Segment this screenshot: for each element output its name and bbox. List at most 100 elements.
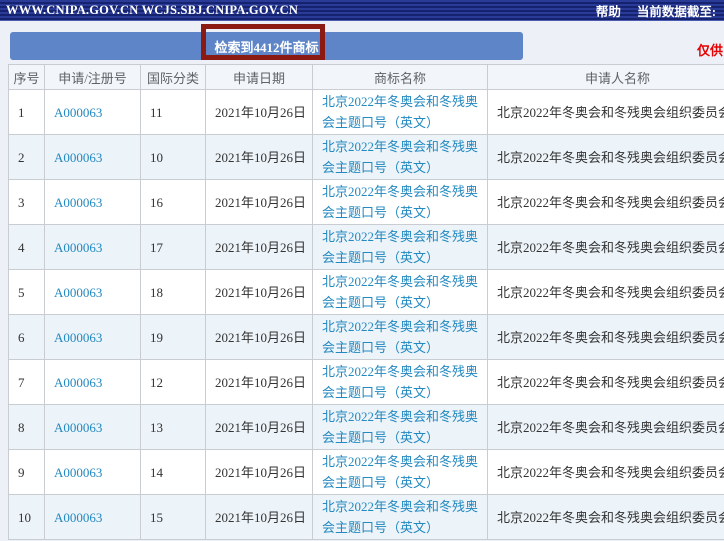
trademark-name-link[interactable]: 北京2022年冬奥会和冬残奥会主题口号（英文） [322, 229, 478, 265]
cell-serial: 10 [8, 494, 45, 540]
registration-number-link[interactable]: A000063 [54, 420, 102, 435]
table-row: 6 A000063 19 2021年10月26日 北京2022年冬奥会和冬残奥会… [8, 314, 724, 360]
col-header-class: 国际分类 [140, 64, 206, 90]
cell-date: 2021年10月26日 [205, 134, 313, 180]
cell-class: 16 [140, 179, 206, 225]
registration-number-link[interactable]: A000063 [54, 330, 102, 345]
cell-class: 12 [140, 359, 206, 405]
trademark-name-link[interactable]: 北京2022年冬奥会和冬残奥会主题口号（英文） [322, 184, 478, 220]
cell-mark-name: 北京2022年冬奥会和冬残奥会主题口号（英文） [312, 404, 488, 450]
cell-mark-name: 北京2022年冬奥会和冬残奥会主题口号（英文） [312, 269, 488, 315]
cell-applicant: 北京2022年冬奥会和冬残奥会组织委员会 [487, 359, 724, 405]
registration-number-link[interactable]: A000063 [54, 510, 102, 525]
table-row: 4 A000063 17 2021年10月26日 北京2022年冬奥会和冬残奥会… [8, 224, 724, 270]
cell-serial: 1 [8, 89, 45, 135]
data-cutoff-label: 当前数据截至: [636, 4, 716, 19]
cell-serial: 9 [8, 449, 45, 495]
cell-registration: A000063 [44, 179, 141, 225]
cell-mark-name: 北京2022年冬奥会和冬残奥会主题口号（英文） [312, 89, 488, 135]
cell-registration: A000063 [44, 224, 141, 270]
cell-registration: A000063 [44, 404, 141, 450]
cell-serial: 5 [8, 269, 45, 315]
cell-date: 2021年10月26日 [205, 449, 313, 495]
help-link[interactable]: 帮助 [596, 1, 621, 20]
col-header-registration: 申请/注册号 [44, 64, 141, 90]
cell-mark-name: 北京2022年冬奥会和冬残奥会主题口号（英文） [312, 359, 488, 405]
cell-class: 17 [140, 224, 206, 270]
trademark-name-link[interactable]: 北京2022年冬奥会和冬残奥会主题口号（英文） [322, 409, 478, 445]
cell-mark-name: 北京2022年冬奥会和冬残奥会主题口号（英文） [312, 134, 488, 180]
registration-number-link[interactable]: A000063 [54, 195, 102, 210]
cell-mark-name: 北京2022年冬奥会和冬残奥会主题口号（英文） [312, 449, 488, 495]
result-count-text: 检索到4412件商标 [214, 39, 319, 55]
cell-registration: A000063 [44, 134, 141, 180]
cell-registration: A000063 [44, 449, 141, 495]
col-header-applicant: 申请人名称 [487, 64, 724, 90]
site-domains: WWW.CNIPA.GOV.CN WCJS.SBJ.CNIPA.GOV.CN [6, 2, 299, 17]
results-table: 序号 申请/注册号 国际分类 申请日期 商标名称 申请人名称 1 A000063… [8, 64, 724, 540]
trademark-name-link[interactable]: 北京2022年冬奥会和冬残奥会主题口号（英文） [322, 454, 478, 490]
registration-number-link[interactable]: A000063 [54, 375, 102, 390]
table-row: 9 A000063 14 2021年10月26日 北京2022年冬奥会和冬残奥会… [8, 449, 724, 495]
table-row: 3 A000063 16 2021年10月26日 北京2022年冬奥会和冬残奥会… [8, 179, 724, 225]
cell-mark-name: 北京2022年冬奥会和冬残奥会主题口号（英文） [312, 179, 488, 225]
top-navigation-bar: WWW.CNIPA.GOV.CN WCJS.SBJ.CNIPA.GOV.CN 帮… [0, 0, 724, 21]
trademark-name-link[interactable]: 北京2022年冬奥会和冬残奥会主题口号（英文） [322, 94, 478, 130]
trademark-name-link[interactable]: 北京2022年冬奥会和冬残奥会主题口号（英文） [322, 364, 478, 400]
search-result-banner: 检索到4412件商标 [10, 32, 523, 60]
cell-serial: 2 [8, 134, 45, 180]
cell-serial: 8 [8, 404, 45, 450]
registration-number-link[interactable]: A000063 [54, 150, 102, 165]
cell-applicant: 北京2022年冬奥会和冬残奥会组织委员会 [487, 179, 724, 225]
cell-class: 11 [140, 89, 206, 135]
col-header-serial: 序号 [8, 64, 45, 90]
cell-registration: A000063 [44, 314, 141, 360]
cell-date: 2021年10月26日 [205, 269, 313, 315]
registration-number-link[interactable]: A000063 [54, 240, 102, 255]
cell-applicant: 北京2022年冬奥会和冬残奥会组织委员会 [487, 494, 724, 540]
trademark-name-link[interactable]: 北京2022年冬奥会和冬残奥会主题口号（英文） [322, 319, 478, 355]
trademark-name-link[interactable]: 北京2022年冬奥会和冬残奥会主题口号（英文） [322, 499, 478, 535]
registration-number-link[interactable]: A000063 [54, 105, 102, 120]
cell-class: 14 [140, 449, 206, 495]
cell-mark-name: 北京2022年冬奥会和冬残奥会主题口号（英文） [312, 224, 488, 270]
col-header-date: 申请日期 [205, 64, 313, 90]
table-row: 2 A000063 10 2021年10月26日 北京2022年冬奥会和冬残奥会… [8, 134, 724, 180]
cell-class: 10 [140, 134, 206, 180]
table-row: 5 A000063 18 2021年10月26日 北京2022年冬奥会和冬残奥会… [8, 269, 724, 315]
cell-applicant: 北京2022年冬奥会和冬残奥会组织委员会 [487, 269, 724, 315]
table-row: 1 A000063 11 2021年10月26日 北京2022年冬奥会和冬残奥会… [8, 89, 724, 135]
cell-applicant: 北京2022年冬奥会和冬残奥会组织委员会 [487, 134, 724, 180]
cell-serial: 4 [8, 224, 45, 270]
cell-registration: A000063 [44, 494, 141, 540]
cell-registration: A000063 [44, 89, 141, 135]
cell-serial: 3 [8, 179, 45, 225]
cell-registration: A000063 [44, 269, 141, 315]
cell-applicant: 北京2022年冬奥会和冬残奥会组织委员会 [487, 89, 724, 135]
trademark-name-link[interactable]: 北京2022年冬奥会和冬残奥会主题口号（英文） [322, 139, 478, 175]
cell-registration: A000063 [44, 359, 141, 405]
disclaimer-text: 仅供 [696, 43, 723, 58]
table-row: 10 A000063 15 2021年10月26日 北京2022年冬奥会和冬残奥… [8, 494, 724, 540]
registration-number-link[interactable]: A000063 [54, 465, 102, 480]
cell-class: 19 [140, 314, 206, 360]
cell-applicant: 北京2022年冬奥会和冬残奥会组织委员会 [487, 314, 724, 360]
cell-date: 2021年10月26日 [205, 359, 313, 405]
cell-mark-name: 北京2022年冬奥会和冬残奥会主题口号（英文） [312, 314, 488, 360]
cell-date: 2021年10月26日 [205, 404, 313, 450]
trademark-name-link[interactable]: 北京2022年冬奥会和冬残奥会主题口号（英文） [322, 274, 478, 310]
col-header-mark-name: 商标名称 [312, 64, 488, 90]
table-header-row: 序号 申请/注册号 国际分类 申请日期 商标名称 申请人名称 [8, 64, 724, 90]
cell-date: 2021年10月26日 [205, 179, 313, 225]
cell-date: 2021年10月26日 [205, 494, 313, 540]
cell-applicant: 北京2022年冬奥会和冬残奥会组织委员会 [487, 224, 724, 270]
cell-applicant: 北京2022年冬奥会和冬残奥会组织委员会 [487, 404, 724, 450]
cell-serial: 7 [8, 359, 45, 405]
cell-class: 15 [140, 494, 206, 540]
cell-class: 13 [140, 404, 206, 450]
registration-number-link[interactable]: A000063 [54, 285, 102, 300]
cell-mark-name: 北京2022年冬奥会和冬残奥会主题口号（英文） [312, 494, 488, 540]
table-row: 8 A000063 13 2021年10月26日 北京2022年冬奥会和冬残奥会… [8, 404, 724, 450]
cell-applicant: 北京2022年冬奥会和冬残奥会组织委员会 [487, 449, 724, 495]
cell-date: 2021年10月26日 [205, 314, 313, 360]
